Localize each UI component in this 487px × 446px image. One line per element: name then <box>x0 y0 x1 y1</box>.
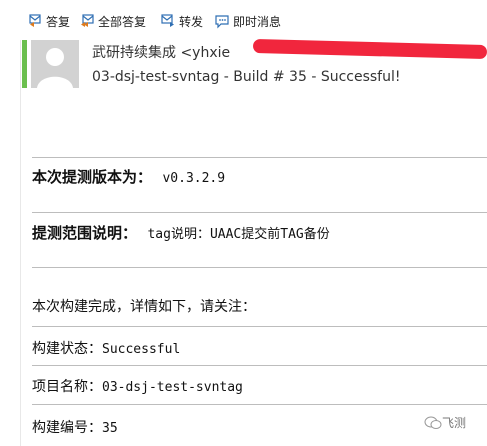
divider <box>32 157 487 158</box>
project-value: 03-dsj-test-svntag <box>102 380 243 395</box>
person-icon <box>31 40 79 88</box>
forward-icon <box>161 14 174 27</box>
instant-message-button[interactable]: 即时消息 <box>214 10 281 32</box>
build-number-row: 构建编号：35 <box>32 417 118 437</box>
status-row: 构建状态：Successful <box>32 338 180 358</box>
message-toolbar: 答复 全部答复 转发 即时消息 <box>0 10 487 34</box>
scope-label: 提测范围说明： <box>32 224 138 242</box>
sender-avatar[interactable] <box>31 40 79 88</box>
project-label: 项目名称： <box>32 379 102 395</box>
wechat-icon <box>424 416 442 429</box>
divider <box>32 404 487 405</box>
reply-button[interactable]: 答复 <box>27 10 70 32</box>
scope-row: 提测范围说明： tag说明：UAAC提交前TAG备份 <box>32 222 330 243</box>
chat-icon <box>215 15 229 29</box>
forward-label: 转发 <box>179 14 204 29</box>
reply-all-icon <box>81 14 94 27</box>
reply-icon <box>29 14 41 27</box>
divider <box>32 365 487 366</box>
version-row: 本次提测版本为： v0.3.2.9 <box>32 166 225 187</box>
instant-message-label: 即时消息 <box>233 14 282 29</box>
build-number-label: 构建编号： <box>32 420 102 436</box>
sender-name[interactable]: 武研持续集成 <yhxie <box>92 42 230 62</box>
status-accent-bar <box>22 40 27 88</box>
project-row: 项目名称：03-dsj-test-svntag <box>32 376 243 396</box>
reply-all-button[interactable]: 全部答复 <box>79 10 146 32</box>
reading-pane-border <box>20 40 21 446</box>
reply-all-label: 全部答复 <box>98 14 147 29</box>
divider <box>32 267 487 268</box>
watermark: 飞测 <box>424 414 466 431</box>
scope-value: tag说明：UAAC提交前TAG备份 <box>147 227 330 242</box>
build-notice: 本次构建完成，详情如下，请关注： <box>32 299 256 315</box>
divider <box>32 212 487 213</box>
reply-label: 答复 <box>46 14 71 29</box>
message-subject: 03-dsj-test-svntag - Build # 35 - Succes… <box>92 69 401 85</box>
version-label: 本次提测版本为： <box>32 168 153 186</box>
watermark-text: 飞测 <box>442 416 467 430</box>
divider <box>32 326 487 327</box>
forward-button[interactable]: 转发 <box>160 10 203 32</box>
status-label: 构建状态： <box>32 341 102 357</box>
version-value: v0.3.2.9 <box>162 171 226 186</box>
status-value: Successful <box>102 342 181 357</box>
build-number-value: 35 <box>102 421 118 436</box>
